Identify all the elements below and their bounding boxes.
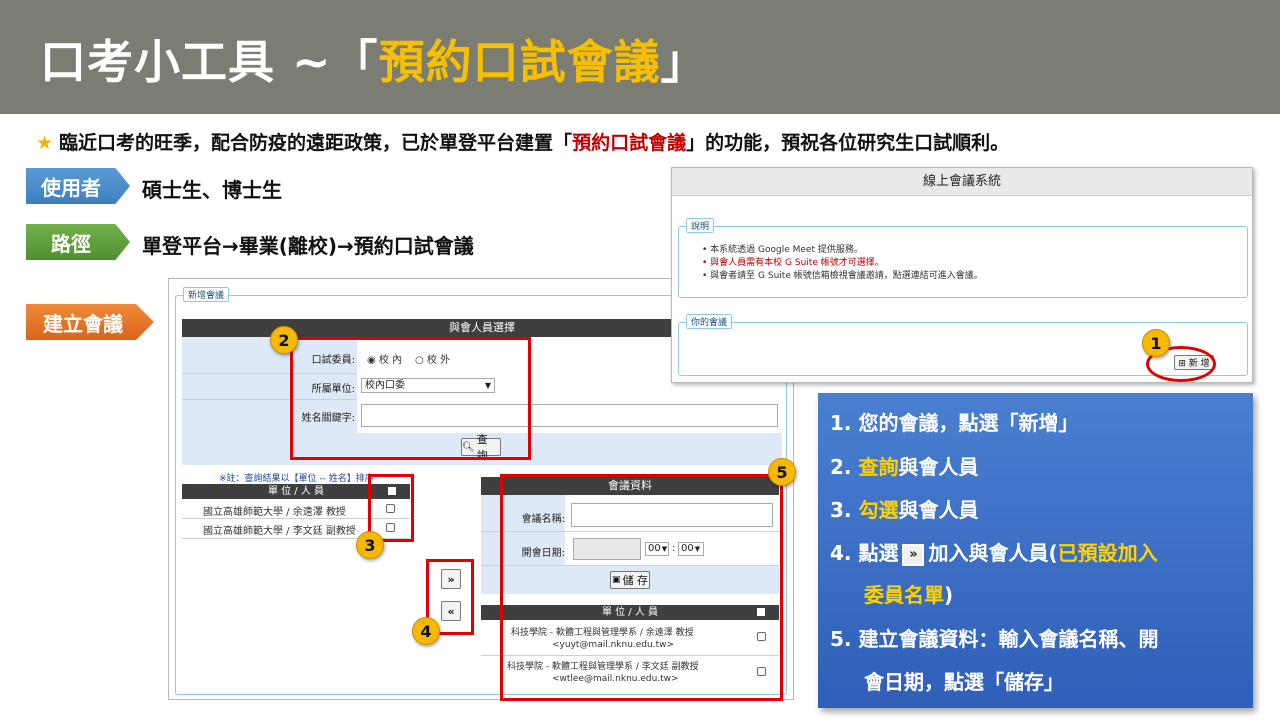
step-1: 1. 您的會議，點選「新增」 (830, 411, 1079, 435)
path-text: 單登平台→畢業(離校)→預約口試會議 (142, 234, 474, 258)
marker-2: 2 (270, 326, 298, 354)
new-meeting-legend: 新增會議 (183, 287, 230, 302)
highlight-meeting-info (500, 474, 783, 701)
col-link: 連結 (1046, 338, 1065, 348)
step-5-cont: 會日期，點選「儲存」 (864, 670, 1064, 694)
highlight-query-area (290, 337, 531, 460)
col-creator: 建立者 (906, 338, 934, 348)
marker-1: 1 (1142, 329, 1170, 357)
user-text: 碩士生、博士生 (142, 178, 282, 202)
note-1: • 本系統透過 Google Meet 提供服務。 (702, 245, 863, 255)
step-5: 5. 建立會議資料：輸入會議名稱、開 (830, 627, 1159, 651)
star-icon: ★ (36, 132, 54, 154)
my-meetings-legend: 你的會議 (686, 314, 733, 329)
left-row-2: 國立高雄師範大學 / 李文廷 副教授 (203, 526, 356, 537)
add-arrow-icon: » (902, 543, 925, 566)
page-title: 口考小工具 ~「預約口試會議」 (40, 35, 708, 89)
description-legend: 說明 (686, 218, 715, 233)
user-tag: 使用者 (26, 168, 130, 204)
col-role: 身分 (820, 338, 839, 348)
create-meeting-tag: 建立會議 (26, 304, 154, 340)
step-4-cont: 委員名單) (864, 583, 954, 607)
path-tag: 路徑 (26, 224, 130, 260)
intro-text: ★ 臨近口考的旺季，配合防疫的遠距政策，已於單登平台建置「預約口試會議」的功能，預… (36, 132, 1010, 154)
step-4: 4. 點選» 加入與會人員(已預設加入 (830, 541, 1158, 566)
step-3: 3. 勾選與會人員 (830, 498, 979, 522)
note-3: • 與會者請至 G Suite 帳號信箱檢視會議邀請，點選連結可進入會議。 (702, 271, 983, 281)
steps-panel: 1. 您的會議，點選「新增」 2. 查詢與會人員 3. 勾選與會人員 4. 點選… (818, 393, 1253, 708)
marker-3: 3 (356, 531, 384, 559)
left-row-1: 國立高雄師範大學 / 余遠澤 教授 (203, 507, 346, 518)
marker-5: 5 (768, 458, 796, 486)
system-title: 線上會議系統 (672, 168, 1252, 196)
marker-4: 4 (412, 617, 440, 645)
query-note: ※註：查詢結果以【單位 -- 姓名】排序 (219, 474, 374, 484)
title-bar: 口考小工具 ~「預約口試會議」 (0, 0, 1280, 114)
note-2: • 與會人員需有本校 G Suite 帳號才可選擇。 (702, 258, 884, 268)
step-2: 2. 查詢與會人員 (830, 455, 979, 479)
col-time: 時間 -- 會議名稱 -- 連結 (686, 338, 783, 348)
